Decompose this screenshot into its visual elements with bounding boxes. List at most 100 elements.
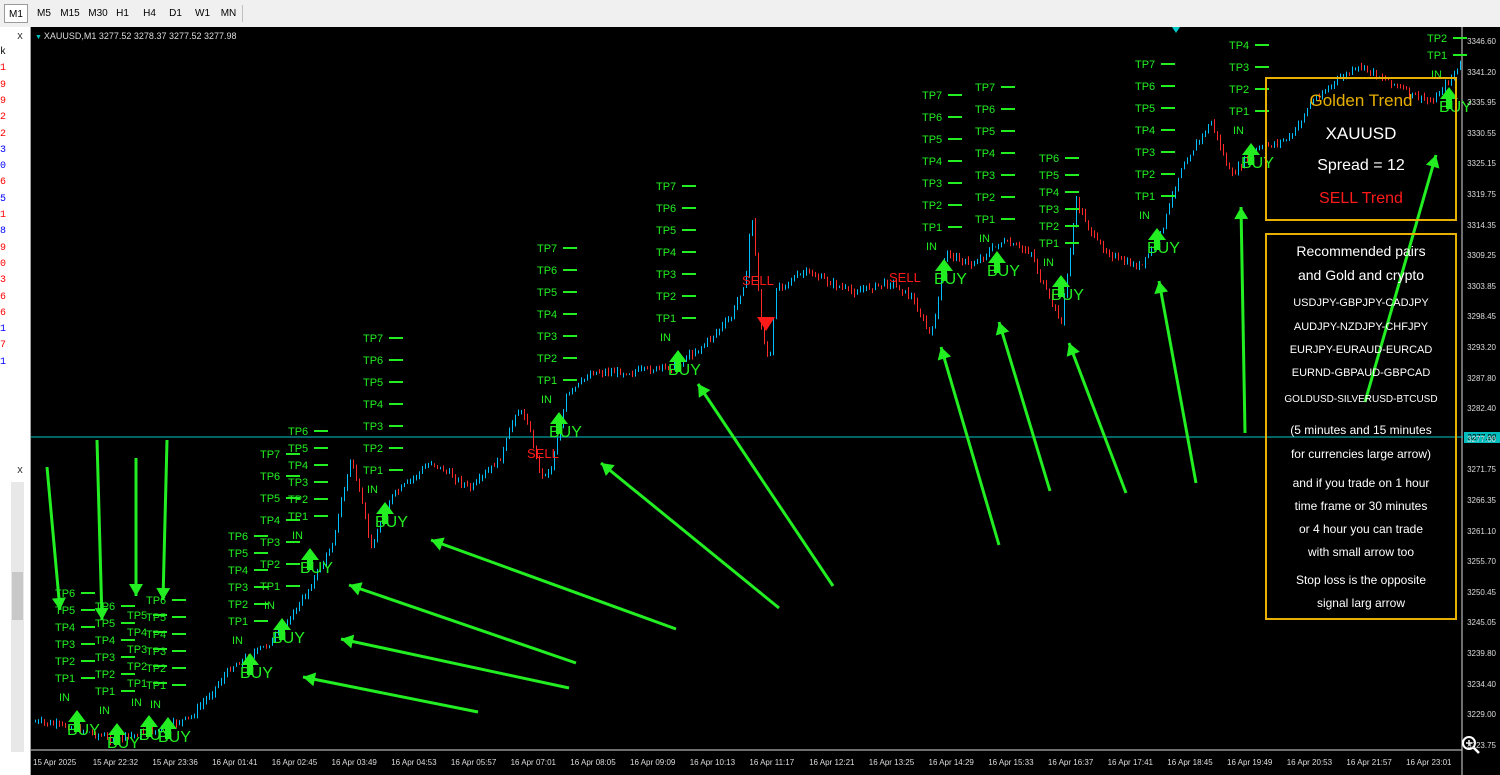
recommendation-line: with small arrow too [1307,545,1415,559]
tp-label: TP4 [537,309,557,321]
price-axis-label: 3293.20 [1467,343,1496,352]
sell-label: SELL [742,273,774,288]
symbol-row-fragment[interactable]: 1 [0,356,8,370]
tp-label: TP2 [146,663,166,675]
indicator-title: Golden Trend [1309,91,1413,110]
close-icon[interactable]: x [14,465,26,476]
tp-label: TP5 [228,548,248,560]
timeframe-toolbar: M1 M5 M15 M30 H1 H4 D1 W1 MN [0,0,1500,28]
arrowhead [341,634,355,649]
tp-label: TP5 [537,287,557,299]
tp-label: TP2 [975,192,995,204]
timeframe-m15-button[interactable]: M15 [58,4,82,23]
tp-label: TP6 [95,601,115,613]
tp-label: TP5 [288,443,308,455]
tp-label: TP2 [656,291,676,303]
price-axis-label: 3309.25 [1467,251,1496,261]
scrollbar-thumb[interactable] [12,572,23,620]
time-axis-label: 16 Apr 23:01 [1406,758,1452,767]
symbol-row-fragment[interactable]: 1 [0,62,8,76]
recommendation-line: or 4 hour you can trade [1298,522,1424,536]
buy-label: BUY [67,722,100,739]
tp-label: TP1 [55,673,75,685]
symbol-row-fragment[interactable]: 9 [0,95,8,109]
symbol-row-fragment[interactable]: 1 [0,209,8,223]
sell-arrow-icon [757,317,775,331]
timeframe-m5-button[interactable]: M5 [33,4,55,23]
sell-label: SELL [889,270,921,285]
time-axis-label: 16 Apr 05:57 [450,758,497,767]
annotation-arrow [997,321,1052,492]
chart-symbol-quote: XAUUSD,M1 3277.52 3278.37 3277.52 3277.9… [43,31,237,41]
symbol-row-fragment[interactable]: 5 [0,193,8,207]
symbol-row-fragment[interactable]: 2 [0,111,8,125]
annotation-arrow [600,461,780,610]
tp-label: TP1 [975,214,995,226]
tp-label: TP1 [146,680,166,692]
tp-label: TP2 [1135,169,1155,181]
recommendation-line: for currencies large arrow) [1290,447,1432,461]
tp-label: TP4 [922,156,942,168]
arrowhead [937,347,952,361]
time-axis-label: 16 Apr 12:21 [809,758,855,767]
tp-label: TP4 [95,635,115,647]
buy-label: BUY [549,424,582,441]
annotation-arrow [161,439,169,601]
close-icon[interactable]: x [14,31,26,42]
symbol-row-fragment[interactable]: 8 [0,225,8,239]
tp-label: TP6 [55,588,75,600]
tp-label: TP5 [127,610,147,622]
tp-label: TP2 [537,353,557,365]
tp-label: TP7 [363,333,383,345]
tp-label: TP1 [1229,106,1249,118]
tp-label: TP1 [922,222,942,234]
tp-label: TP2 [228,599,248,611]
arrowhead [1154,281,1169,295]
symbol-row-fragment[interactable]: 6 [0,307,8,321]
price-axis-label: 3287.80 [1467,373,1496,383]
buy-label: BUY [158,729,191,746]
symbol-row-fragment[interactable]: 6 [0,291,8,305]
tp-label: TP2 [1229,84,1249,96]
timeframe-h1-button[interactable]: H1 [113,4,132,23]
symbol-row-fragment[interactable]: 3 [0,144,8,158]
dropdown-icon[interactable]: ▼ [35,34,44,41]
shift-marker [1172,27,1180,33]
tp-label: TP6 [537,265,557,277]
annotation-arrow [95,439,104,621]
tp-label: TP6 [288,426,308,438]
symbol-row-fragment[interactable]: 9 [0,242,8,256]
tp-label: TP4 [363,399,383,411]
symbol-row-fragment[interactable]: 0 [0,160,8,174]
timeframe-d1-button[interactable]: D1 [166,4,185,23]
time-axis-label: 16 Apr 10:13 [689,758,736,767]
tp-label: TP3 [1229,62,1249,74]
price-chart[interactable]: BUY IN TP1 TP2 TP3 TP4 TP5 TP6 BUY IN TP1 TP2 TP3 TP4… [31,27,1500,775]
tp-label: TP1 [537,375,557,387]
time-axis-label: 16 Apr 11:17 [749,758,795,767]
symbol-row-fragment[interactable]: 7 [0,339,8,353]
symbol-row-fragment[interactable]: k [0,46,8,60]
timeframe-m30-button[interactable]: M30 [86,4,110,23]
entry-label: IN [264,600,275,612]
scrollbar[interactable] [11,482,24,752]
symbol-row-fragment[interactable]: 1 [0,323,8,337]
tp-label: TP4 [1135,125,1155,137]
timeframe-m1-button[interactable]: M1 [4,4,28,23]
timeframe-h4-button[interactable]: H4 [140,4,159,23]
symbol-row-fragment[interactable]: 0 [0,258,8,272]
tp-label: TP7 [260,449,280,461]
symbol-row-fragment[interactable]: 6 [0,176,8,190]
tp-label: TP1 [656,313,676,325]
time-axis-label: 15 Apr 22:32 [92,758,139,767]
tp-label: TP3 [656,269,676,281]
buy-label: BUY [934,271,967,288]
timeframe-w1-button[interactable]: W1 [193,4,212,23]
symbol-row-fragment[interactable]: 9 [0,79,8,93]
symbol-row-fragment[interactable]: 2 [0,128,8,142]
price-axis-label: 3255.70 [1467,557,1496,567]
timeframe-mn-button[interactable]: MN [219,4,238,23]
symbol-row-fragment[interactable]: 3 [0,274,8,288]
tp-label: TP4 [55,622,75,634]
tp-label: TP7 [537,243,557,255]
